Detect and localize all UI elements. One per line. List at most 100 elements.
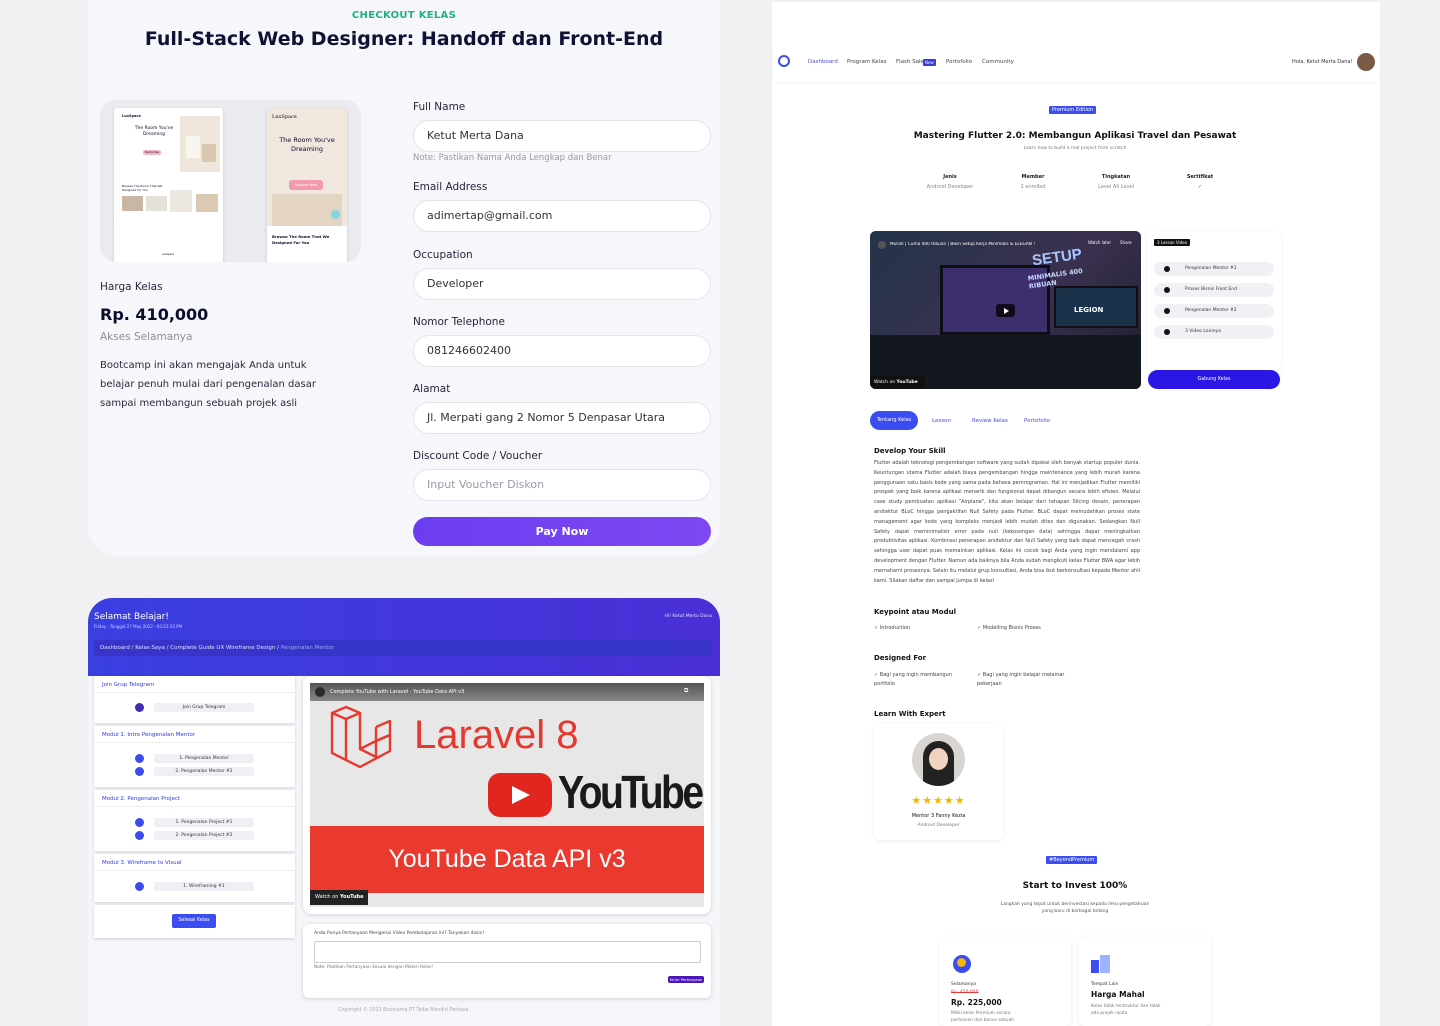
mockup-brand: LuxSpace xyxy=(122,114,141,118)
mockup-headline-2: The Room You've Dreaming xyxy=(279,136,335,153)
lesson-item[interactable]: Join Grup Telegram xyxy=(154,703,254,712)
course-video-player[interactable]: Murah | Cuma 400 Ribuan | Bikin Setup Ke… xyxy=(870,231,1141,389)
yt-label: YouTube xyxy=(339,894,364,900)
video-card: Complete YouTube with Laravel - YouTube … xyxy=(303,676,711,914)
nav-community[interactable]: Community xyxy=(982,59,1014,65)
share-button[interactable]: Share xyxy=(1120,240,1132,245)
phone-input[interactable]: 081246602400 xyxy=(413,335,711,367)
learn-header: Selamat Belajar! Friday - Tanggal 27 May… xyxy=(88,598,720,676)
mockup-brand-2: LuxSpace xyxy=(272,114,297,120)
nav-flash-sale[interactable]: Flash Sale xyxy=(896,59,924,65)
keypoint-item: ✓ Modelling Bisnis Proses xyxy=(977,625,1041,631)
plan-card-premium[interactable]: Selamanya Rp. 450,000 Rp. 225,000 Miliki… xyxy=(939,937,1071,1026)
tab-review-kelas[interactable]: Review Kelas xyxy=(972,418,1008,424)
user-greeting[interactable]: Hola, Ketut Merta Dana! xyxy=(1292,59,1352,65)
course-title: Full-Stack Web Designer: Handoff dan Fro… xyxy=(144,28,664,50)
module-telegram: Join Grup Telegram Join Grup Telegram xyxy=(94,676,295,723)
course-thumbnail: LuxSpace The Room You've Dreaming Explor… xyxy=(100,100,361,262)
stat-jenis: Jenis Android Developer xyxy=(915,174,985,190)
new-badge: New xyxy=(923,59,936,66)
develop-text: Flutter adalah teknologi pengembangan so… xyxy=(874,460,1140,584)
tab-tentang-kelas[interactable]: Tentang Kelas xyxy=(870,411,918,430)
logo-icon[interactable] xyxy=(778,55,790,67)
stat-value: Android Developer xyxy=(926,184,974,190)
check-icon: ✓ xyxy=(874,672,879,678)
occupation-input[interactable]: Developer xyxy=(413,268,711,300)
stat-label: Sertifikat xyxy=(1186,174,1214,180)
lesson-item[interactable]: 1. Pengenalan Mentor xyxy=(154,754,254,763)
plan-label: Tempat Lain xyxy=(1091,982,1119,987)
nav-portofolio[interactable]: Portofolio xyxy=(946,59,972,65)
occupation-label: Occupation xyxy=(413,249,473,261)
play-icon xyxy=(135,831,144,840)
mockup-browse: Browse The Room That We Designed For You xyxy=(122,184,163,192)
course-page: Dashboard Program Kelas Flash Sale New P… xyxy=(772,2,1380,1026)
finish-panel: Selesai Kelas xyxy=(94,905,295,938)
avatar[interactable] xyxy=(1357,53,1375,71)
module-title[interactable]: Join Grup Telegram xyxy=(94,676,295,693)
lesson-item[interactable]: 1. Pengenalan Project #1 xyxy=(154,818,254,827)
module-3: Modul 3. Wireframe to Visual 1. Wirefram… xyxy=(94,854,295,902)
learn-date: Friday - Tanggal 27 May 2022 - 03:22:33 … xyxy=(94,624,182,629)
play-icon xyxy=(135,818,144,827)
lesson-label: Proses Bisnis Front End xyxy=(1185,287,1237,292)
module-title[interactable]: Modul 3. Wireframe to Visual xyxy=(94,854,295,871)
video-title: Murah | Cuma 400 Ribuan | Bikin Setup Ke… xyxy=(890,242,1036,247)
breadcrumb-kelas[interactable]: Kelas Saya xyxy=(135,645,165,651)
email-input[interactable]: adimertap@gmail.com xyxy=(413,200,711,232)
mentor-card[interactable]: ★★★★★ Mentor 3 Fanny Kezia Android Devel… xyxy=(874,724,1003,840)
lesson-item[interactable]: Pengenalan Mentor #2 xyxy=(1154,304,1274,318)
tab-portofolio[interactable]: Portofolio xyxy=(1024,418,1050,424)
lesson-item[interactable]: Pengenalan Mentor #1 xyxy=(1154,262,1274,276)
copy-icon[interactable]: ⧉ xyxy=(684,687,688,695)
learn-greeting: Hi! Ketut Merta Dana xyxy=(664,614,712,619)
mockup-headline: The Room You've Dreaming xyxy=(134,126,174,137)
question-label: Anda Punya Pertanyaan Mengenai Video Pem… xyxy=(314,931,485,936)
module-title[interactable]: Modul 2. Pengenalan Project xyxy=(94,790,295,807)
stat-label: Member xyxy=(1021,174,1045,180)
play-button[interactable] xyxy=(996,304,1015,317)
checkout-kicker: CHECKOUT KELAS xyxy=(351,10,457,21)
expert-title: Learn With Expert xyxy=(874,710,946,718)
module-title[interactable]: Modul 1. Intro Pengenalan Mentor xyxy=(94,726,295,743)
lesson-item[interactable]: 2. Pengenalan Project #2 xyxy=(154,831,254,840)
finish-class-button[interactable]: Selesai Kelas xyxy=(172,914,216,928)
send-question-button[interactable]: Kirim Pertanyaan xyxy=(668,976,704,983)
watch-on-youtube[interactable]: Watch on YouTube xyxy=(310,890,368,905)
breadcrumb-dashboard[interactable]: Dashboard xyxy=(100,645,130,651)
mentor-avatar xyxy=(912,733,965,786)
voucher-label: Discount Code / Voucher xyxy=(413,450,543,462)
lesson-item[interactable]: 3 Video Lainnya xyxy=(1154,325,1274,339)
lesson-count-badge: 3 Lesson Video xyxy=(1154,239,1191,246)
watch-later-button[interactable]: Watch later xyxy=(1088,240,1111,245)
tab-lesson[interactable]: Lesson xyxy=(932,418,951,424)
edition-badge: Premium Edition xyxy=(1049,106,1097,114)
address-input[interactable]: Jl. Merpati gang 2 Nomor 5 Denpasar Utar… xyxy=(413,402,711,434)
plan-description: Kelas tidak terstruktur dan tidak ada pr… xyxy=(1091,1004,1161,1016)
building-icon xyxy=(1091,955,1113,973)
lesson-item[interactable]: 2. Pengenalan Mentor #2 xyxy=(154,767,254,776)
lesson-item[interactable]: Proses Bisnis Front End xyxy=(1154,283,1274,297)
check-icon: ✓ xyxy=(977,672,982,678)
nav-program-kelas[interactable]: Program Kelas xyxy=(847,59,886,65)
watch-on-youtube[interactable]: Watch on YouTube xyxy=(870,376,925,389)
video-player[interactable]: Complete YouTube with Laravel - YouTube … xyxy=(310,683,704,907)
nav-dashboard[interactable]: Dashboard xyxy=(808,59,838,65)
lesson-panel xyxy=(1147,231,1281,371)
join-class-button[interactable]: Gabung Kelas xyxy=(1148,370,1280,389)
mockup-left: LuxSpace The Room You've Dreaming Explor… xyxy=(114,108,223,262)
mockup-right: LuxSpace The Room You've Dreaming Explor… xyxy=(267,108,347,262)
email-label: Email Address xyxy=(413,181,488,193)
video-big-text-1: Laravel 8 xyxy=(414,713,579,757)
question-note: Note: Pastikan Pertanyaan Sesuai dengan … xyxy=(314,965,434,970)
pay-now-button[interactable]: Pay Now xyxy=(413,517,711,546)
plan-card-other[interactable]: Tempat Lain Harga Mahal Kelas tidak ters… xyxy=(1079,937,1211,1026)
question-textarea[interactable] xyxy=(314,941,701,963)
stat-label: Tingkatan xyxy=(1101,174,1131,180)
breadcrumb-course[interactable]: Complete Guide UX Wireframe Design xyxy=(170,645,275,651)
voucher-input[interactable]: Input Voucher Diskon xyxy=(413,469,711,501)
lesson-item[interactable]: 1. Wireframing #1 xyxy=(154,882,254,891)
course-title: Mastering Flutter 2.0: Membangun Aplikas… xyxy=(913,131,1237,141)
full-name-input[interactable]: Ketut Merta Dana xyxy=(413,120,711,152)
yt-label: YouTube xyxy=(896,380,918,385)
